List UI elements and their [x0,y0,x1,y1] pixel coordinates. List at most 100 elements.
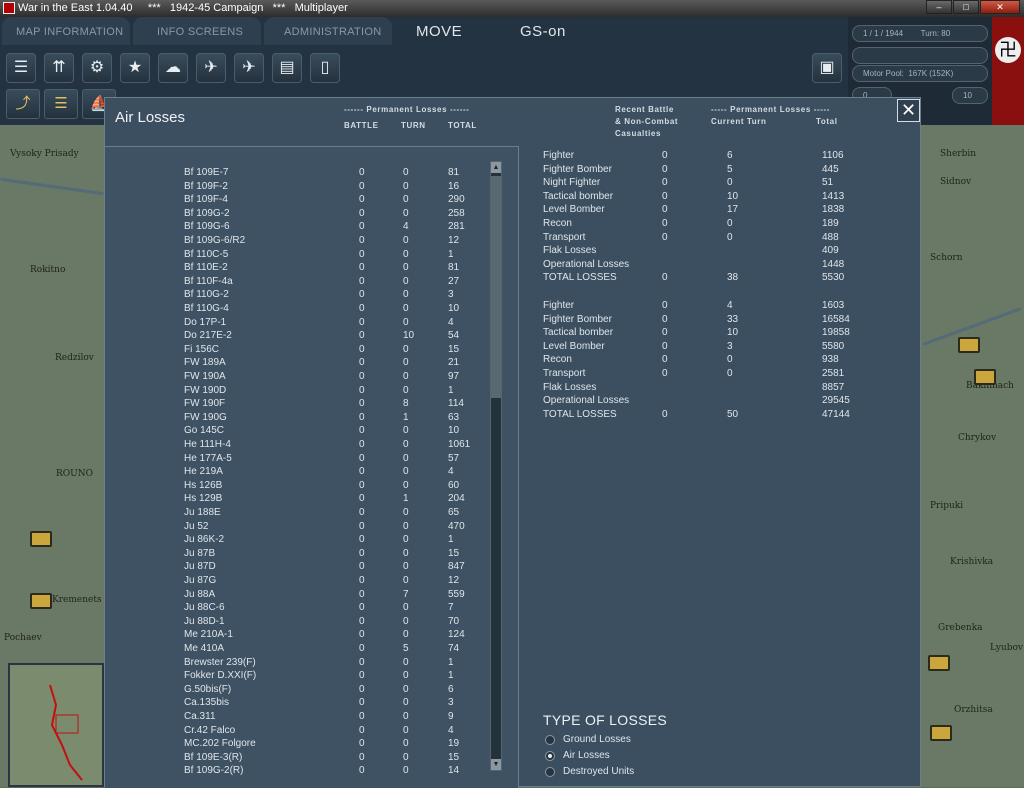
fuel-icon[interactable]: ▤ [272,53,302,83]
unit-counter[interactable] [930,725,952,741]
star-icon[interactable]: ★ [120,53,150,83]
table-row[interactable]: Ca.311 0 0 9 [105,711,485,725]
table-row[interactable]: He 111H-4 0 0 1061 [105,439,485,453]
monitor-icon[interactable]: ▣ [812,53,842,83]
current-turn-losses: 3 [727,340,733,352]
table-row[interactable]: Bf 110E-2 0 0 81 [105,262,485,276]
gear-icon[interactable]: ⚙ [82,53,112,83]
table-row[interactable]: FW 190D 0 0 1 [105,385,485,399]
battle-losses: 0 [359,670,365,682]
unit-counter[interactable] [30,593,52,609]
summary-row: Fighter Bomber 0 5 445 [543,164,863,178]
battle-losses: 0 [359,167,365,178]
aircraft-loss-list[interactable]: Bf 109E-7 0 0 81 Bf 109F-2 0 0 16 Bf 109F-4 0 0 290… [105,146,519,788]
radio-button[interactable] [545,767,555,777]
menu-map-information[interactable]: MAP INFORMATION [16,26,123,38]
rail-icon[interactable]: ☰ [44,89,78,119]
table-row[interactable]: Me 210A-1 0 0 124 [105,629,485,643]
table-row[interactable]: Ju 188E 0 0 65 [105,507,485,521]
close-window-button[interactable]: ✕ [980,0,1020,14]
supply-icon[interactable]: ▯ [310,53,340,83]
table-row[interactable]: Fi 156C 0 0 15 [105,344,485,358]
table-row[interactable]: Bf 109E-7 0 0 81 [105,167,485,181]
table-row[interactable]: He 177A-5 0 0 57 [105,453,485,467]
table-row[interactable]: G.50bis(F) 0 0 6 [105,684,485,698]
table-row[interactable]: Bf 110G-4 0 0 10 [105,303,485,317]
recent-casualties: 0 [662,368,668,379]
table-row[interactable]: Me 410A 0 5 74 [105,643,485,657]
radio-button[interactable] [545,735,555,745]
turn-losses: 0 [403,479,409,491]
radio-button[interactable] [545,751,555,761]
hamburger-icon[interactable]: ☰ [6,53,36,83]
table-row[interactable]: Ju 87G 0 0 12 [105,575,485,589]
table-row[interactable]: Do 17P-1 0 0 4 [105,317,485,331]
maximize-button[interactable]: □ [953,0,979,14]
table-row[interactable]: Ju 86K-2 0 0 1 [105,534,485,548]
table-row[interactable]: Ca.135bis 0 0 3 [105,697,485,711]
table-row[interactable]: Brewster 239(F) 0 0 1 [105,657,485,671]
battle-losses: 0 [359,357,365,369]
scroll-up-icon[interactable]: ▲ [491,162,501,173]
table-row[interactable]: Fokker D.XXI(F) 0 0 1 [105,670,485,684]
table-row[interactable]: Bf 110G-2 0 0 3 [105,289,485,303]
current-turn-losses: 0 [727,177,733,189]
table-row[interactable]: FW 190A 0 0 97 [105,371,485,385]
table-row[interactable]: Do 217E-2 0 10 54 [105,330,485,344]
minimize-button[interactable]: – [926,0,952,14]
road-icon[interactable]: ⤴ [6,89,40,119]
table-row[interactable]: Ju 88C-6 0 0 7 [105,602,485,616]
unit-counter[interactable] [958,337,980,353]
table-row[interactable]: Bf 109E-3(R) 0 0 15 [105,752,485,766]
table-row[interactable]: Ju 52 0 0 470 [105,521,485,535]
battle-losses: 0 [359,547,365,559]
right-total-header: Total [816,117,838,126]
table-row[interactable]: Go 145C 0 0 10 [105,425,485,439]
close-button[interactable]: ✕ [897,99,920,122]
weather-icon[interactable]: ☁ [158,53,188,83]
table-row[interactable]: Bf 109G-6/R2 0 0 12 [105,235,485,249]
unit-counter[interactable] [30,531,52,547]
ten-indicator[interactable]: 10 [952,87,988,104]
table-row[interactable]: Ju 87B 0 0 15 [105,548,485,562]
scroll-thumb[interactable] [491,176,501,398]
airplane-icon[interactable]: ✈ [234,53,264,83]
airplanes-icon[interactable]: ✈ [196,53,226,83]
scroll-down-icon[interactable]: ▼ [491,759,501,770]
summary-row: Operational Losses 1448 [543,259,863,273]
table-row[interactable]: Bf 109G-2 0 0 258 [105,208,485,222]
table-row[interactable]: Ju 87D 0 0 847 [105,561,485,575]
table-row[interactable]: Bf 110C-5 0 0 1 [105,249,485,263]
menu-info-screens[interactable]: INFO SCREENS [157,26,243,38]
category-name: Operational Losses [543,395,630,407]
table-row[interactable]: Bf 109F-2 0 0 16 [105,181,485,195]
table-row[interactable]: Bf 109G-2(R) 0 0 14 [105,765,485,779]
table-row[interactable]: Bf 110F-4a 0 0 27 [105,276,485,290]
unit-counter[interactable] [928,655,950,671]
recent-casualties: 0 [662,272,668,284]
menu-move[interactable]: MOVE [416,23,462,40]
aircraft-name: He 111H-4 [184,439,231,450]
menu-gs-toggle[interactable]: GS-on [520,23,566,40]
aircraft-name: FW 190A [184,371,226,382]
table-row[interactable]: FW 190G 0 1 63 [105,412,485,426]
unit-counter[interactable] [974,369,996,385]
table-row[interactable]: Cr.42 Falco 0 0 4 [105,725,485,739]
table-row[interactable]: Hs 126B 0 0 60 [105,480,485,494]
current-turn-losses: 10 [727,190,739,202]
menu-administration[interactable]: ADMINISTRATION [284,26,382,38]
minimap[interactable] [8,663,104,787]
table-row[interactable]: Bf 109G-6 0 4 281 [105,221,485,235]
table-row[interactable]: FW 189A 0 0 21 [105,357,485,371]
table-row[interactable]: Ju 88A 0 7 559 [105,589,485,603]
arrows-up-icon[interactable]: ⇈ [44,53,74,83]
table-row[interactable]: Bf 109F-4 0 0 290 [105,194,485,208]
table-row[interactable]: Ju 88D-1 0 0 70 [105,616,485,630]
table-row[interactable]: He 219A 0 0 4 [105,466,485,480]
category-name: Operational Losses [543,258,630,270]
table-row[interactable]: Hs 129B 0 1 204 [105,493,485,507]
turn-losses: 0 [403,561,409,573]
table-row[interactable]: MC.202 Folgore 0 0 19 [105,738,485,752]
table-row[interactable]: FW 190F 0 8 114 [105,398,485,412]
list-scrollbar[interactable]: ▲ ▼ [490,161,502,771]
